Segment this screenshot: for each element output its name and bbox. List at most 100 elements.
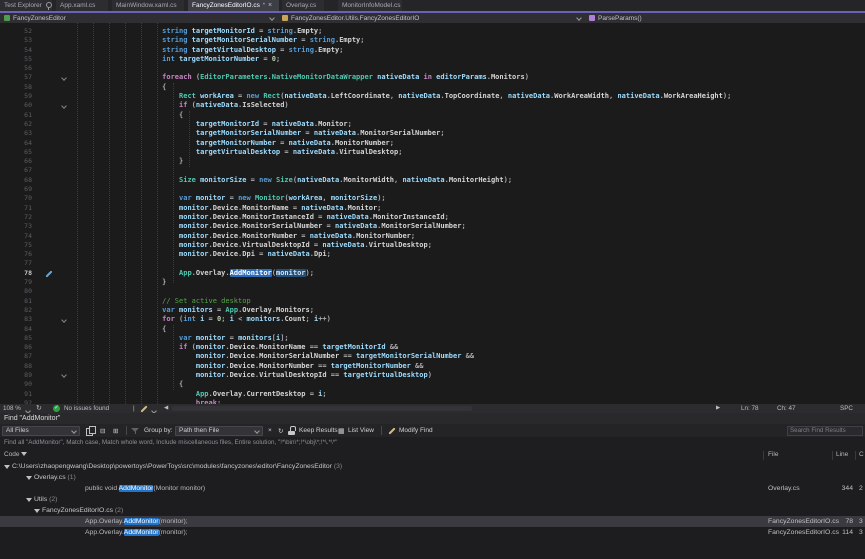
code-line[interactable]: 69 — [0, 185, 865, 194]
code-line[interactable]: 58 { — [0, 83, 865, 92]
code-line[interactable]: 68 Size monitorSize = new Size(nativeDat… — [0, 176, 865, 185]
tab-monitorinfomodel-cs[interactable]: MonitorInfoModel.cs — [338, 0, 402, 11]
code-line[interactable]: 76 monitor.Device.Dpi = nativeData.Dpi; — [0, 250, 865, 259]
code-line[interactable]: 85 var monitor = monitors[i]; — [0, 334, 865, 343]
refresh-icon[interactable]: ↻ — [278, 424, 283, 437]
document-tabbar: Test Explorer App.xaml.cs MainWindow.xam… — [0, 0, 865, 11]
code-text: for (int i = 0; i < monitors.Count; i++) — [61, 315, 331, 324]
code-line[interactable]: 88 monitor.Device.MonitorNumber == targe… — [0, 362, 865, 371]
expand-caret-icon[interactable] — [4, 465, 10, 469]
code-line[interactable]: 78 App.Overlay.AddMonitor(monitor); — [0, 269, 865, 278]
line-number: 88 — [0, 362, 32, 371]
expand-caret-icon[interactable] — [34, 509, 40, 513]
code-line[interactable]: 73 monitor.Device.MonitorSerialNumber = … — [0, 222, 865, 231]
code-line[interactable]: 87 monitor.Device.MonitorSerialNumber ==… — [0, 352, 865, 361]
code-line[interactable]: 57 foreach (EditorParameters.NativeMonit… — [0, 73, 865, 82]
copy-icon[interactable] — [86, 424, 94, 437]
result-match-row[interactable]: public void AddMonitor(Monitor monitor) … — [0, 483, 865, 494]
horizontal-scrollbar[interactable] — [172, 406, 472, 411]
code-line[interactable]: 86 if (monitor.Device.MonitorName == tar… — [0, 343, 865, 352]
find-panel-title[interactable]: Find "AddMonitor" — [0, 413, 865, 424]
result-file-row[interactable]: FancyZonesEditorIO.cs (2) — [0, 505, 865, 516]
zoom-level-dropdown[interactable]: 108 % — [3, 404, 21, 413]
code-line[interactable]: 72 monitor.Device.MonitorInstanceId = na… — [0, 213, 865, 222]
list-view-button[interactable]: List View — [348, 424, 374, 437]
group-by-dropdown[interactable]: Path then File — [175, 424, 263, 437]
code-line[interactable]: 52 string targetMonitorId = string.Empty… — [0, 27, 865, 36]
code-line[interactable]: 71 monitor.Device.MonitorName = nativeDa… — [0, 204, 865, 213]
code-line[interactable]: 61 { — [0, 111, 865, 120]
code-text: targetMonitorNumber = nativeData.Monitor… — [61, 139, 394, 148]
search-find-results-input[interactable] — [787, 426, 863, 436]
collapse-all-icon[interactable]: ⊟ — [100, 424, 105, 437]
result-folder-row[interactable]: Utils (2) — [0, 494, 865, 505]
code-line[interactable]: 83 for (int i = 0; i < monitors.Count; i… — [0, 315, 865, 324]
line-number: 58 — [0, 83, 32, 92]
expand-caret-icon[interactable] — [26, 498, 32, 502]
expand-caret-icon[interactable] — [26, 476, 32, 480]
line-number: 68 — [0, 176, 32, 185]
code-line[interactable]: 90 { — [0, 380, 865, 389]
code-line[interactable]: 65 targetVirtualDesktop = nativeData.Vir… — [0, 148, 865, 157]
list-view-icon[interactable]: ▦ — [338, 424, 345, 437]
code-line[interactable]: 66 } — [0, 157, 865, 166]
tab-mainwindow-xaml-cs[interactable]: MainWindow.xaml.cs — [112, 0, 184, 11]
code-editor[interactable]: 52 string targetMonitorId = string.Empty… — [0, 23, 865, 404]
code-text: targetVirtualDesktop = nativeData.Virtua… — [61, 148, 402, 157]
member-dropdown[interactable]: ParseParams() — [585, 13, 865, 23]
type-dropdown[interactable]: FancyZonesEditor.Utils.FancyZonesEditorI… — [278, 13, 585, 23]
scroll-left-icon[interactable]: ◀ — [164, 404, 168, 413]
tab-test-explorer[interactable]: Test Explorer — [0, 0, 52, 11]
code-line[interactable]: 91 App.Overlay.CurrentDesktop = i; — [0, 390, 865, 399]
tab-overlay-cs[interactable]: Overlay.cs — [282, 0, 324, 11]
code-line[interactable]: 77 — [0, 259, 865, 268]
code-text: { — [61, 380, 183, 389]
code-line[interactable]: 79 } — [0, 278, 865, 287]
column-header-file[interactable]: File — [768, 449, 778, 461]
code-line[interactable]: 54 string targetVirtualDesktop = string.… — [0, 46, 865, 55]
lock-icon[interactable] — [288, 424, 295, 437]
project-dropdown[interactable]: FancyZonesEditor — [0, 13, 278, 23]
code-line[interactable]: 75 monitor.Device.VirtualDesktopId = nat… — [0, 241, 865, 250]
code-line[interactable]: 67 — [0, 166, 865, 175]
code-line[interactable]: 64 targetMonitorNumber = nativeData.Moni… — [0, 139, 865, 148]
modify-find-button[interactable]: Modify Find — [399, 424, 433, 437]
code-line[interactable]: 70 var monitor = new Monitor(workArea, m… — [0, 194, 865, 203]
sync-icon[interactable]: ↻ — [36, 404, 42, 413]
result-folder-row[interactable]: C:\Users\zhaopengwang\Desktop\powertoys\… — [0, 461, 865, 472]
tab-app-xaml-cs[interactable]: App.xaml.cs — [56, 0, 108, 11]
code-line[interactable]: 53 string targetMonitorSerialNumber = st… — [0, 36, 865, 45]
navigation-bar: FancyZonesEditor FancyZonesEditor.Utils.… — [0, 13, 865, 23]
expand-all-icon[interactable]: ⊞ — [113, 424, 118, 437]
code-line[interactable]: 60 if (nativeData.IsSelected) — [0, 101, 865, 110]
code-line[interactable]: 59 Rect workArea = new Rect(nativeData.L… — [0, 92, 865, 101]
line-number: 85 — [0, 334, 32, 343]
code-line[interactable]: 55 int targetMonitorNumber = 0; — [0, 55, 865, 64]
code-line[interactable]: 82 var monitors = App.Overlay.Monitors; — [0, 306, 865, 315]
line-number: 55 — [0, 55, 32, 64]
code-line[interactable]: 89 monitor.Device.VirtualDesktopId == ta… — [0, 371, 865, 380]
tab-fancyzoneseditorio-cs[interactable]: FancyZonesEditorIO.cs • × — [188, 0, 279, 11]
code-line[interactable]: 74 monitor.Device.MonitorNumber = native… — [0, 232, 865, 241]
modify-find-icon[interactable] — [387, 424, 396, 437]
pin-icon[interactable] — [45, 2, 48, 10]
line-number: 87 — [0, 352, 32, 361]
code-line[interactable]: 62 targetMonitorId = nativeData.Monitor; — [0, 120, 865, 129]
code-line[interactable]: 80 — [0, 287, 865, 296]
code-line[interactable]: 63 targetMonitorSerialNumber = nativeDat… — [0, 129, 865, 138]
line-number: 86 — [0, 343, 32, 352]
column-header-code[interactable]: Code — [4, 449, 27, 461]
scroll-right-icon[interactable]: ▶ — [716, 404, 720, 413]
code-line[interactable]: 81 // Set active desktop — [0, 297, 865, 306]
code-line[interactable]: 56 — [0, 64, 865, 73]
scope-filter-dropdown[interactable]: All Files — [2, 424, 80, 437]
result-match-row-selected[interactable]: App.Overlay.AddMonitor(monitor); FancyZo… — [0, 516, 865, 527]
result-file-row[interactable]: Overlay.cs (1) — [0, 472, 865, 483]
result-match-row[interactable]: App.Overlay.AddMonitor(monitor); FancyZo… — [0, 527, 865, 538]
close-icon[interactable]: × — [268, 0, 272, 11]
column-header-line[interactable]: Line — [836, 449, 848, 461]
keep-results-button[interactable]: Keep Results — [299, 424, 338, 437]
column-header-col[interactable]: C — [859, 449, 864, 461]
health-status-text[interactable]: No issues found — [64, 404, 109, 413]
code-line[interactable]: 84 { — [0, 325, 865, 334]
